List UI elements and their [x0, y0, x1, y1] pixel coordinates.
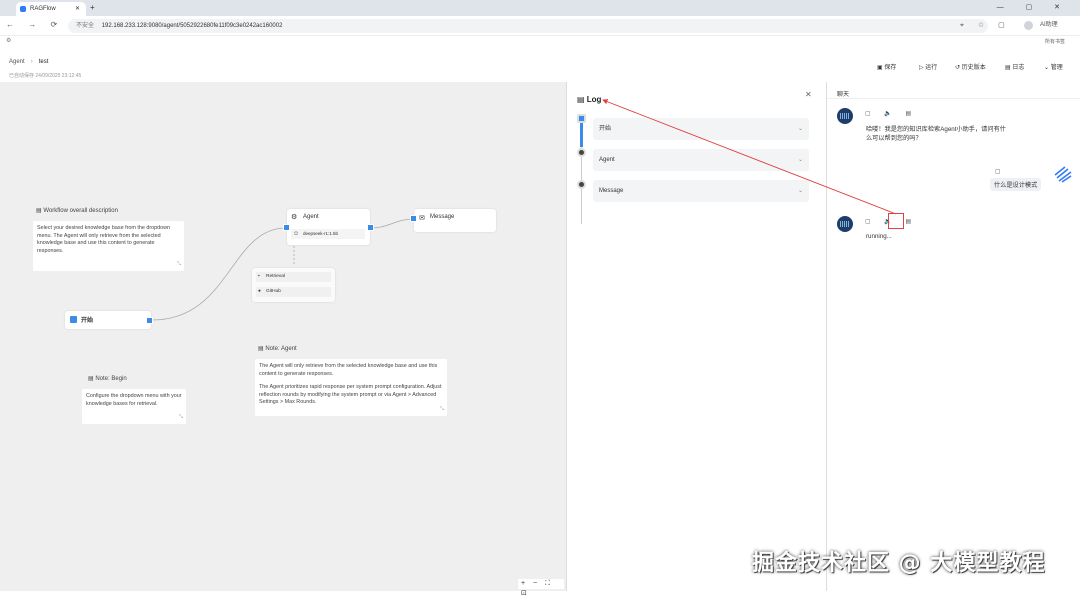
- model-icon: ☺: [293, 231, 300, 237]
- tool-retrieval[interactable]: ▪ Retrieval: [256, 272, 331, 282]
- log-view-highlight[interactable]: [888, 213, 904, 229]
- message-icon: ✉: [419, 215, 425, 222]
- watermark: 掘金技术社区 @ 大模型教程: [752, 551, 1046, 576]
- chat-title: 聊天: [837, 92, 850, 98]
- zoom-controls[interactable]: + − ⛶ ⊡: [518, 579, 564, 597]
- note-agent-title: ▤ Note: Agent: [258, 346, 297, 352]
- log-title: ▤ Log: [577, 95, 602, 104]
- star-icon[interactable]: ⌖ ☆ ▢: [960, 21, 1011, 30]
- agent-step-icon: [577, 148, 586, 157]
- message-node[interactable]: ✉ Message: [414, 209, 496, 232]
- resize-handle-icon[interactable]: ⤡: [440, 406, 444, 414]
- bot-avatar: [837, 216, 853, 232]
- chevron-down-icon: ⌄: [797, 126, 803, 132]
- agent-icon: ⚙: [291, 214, 298, 221]
- resize-handle-icon[interactable]: ⤡: [177, 261, 181, 269]
- window-controls[interactable]: — ▢ ✕: [997, 2, 1070, 14]
- begin-node[interactable]: 开始: [65, 311, 151, 329]
- user-message: 什么是设计模式: [990, 178, 1042, 191]
- tools-node[interactable]: ▪ Retrieval ● GitHub: [252, 268, 335, 302]
- user-avatar: [1054, 166, 1072, 183]
- agent-input-handle[interactable]: [283, 224, 290, 231]
- ai-assistant-button[interactable]: AI助理: [1040, 20, 1058, 30]
- log-item-begin[interactable]: 开始 ⌄: [593, 118, 809, 140]
- begin-label: 开始: [81, 318, 94, 324]
- workflow-note-body: Select your desired knowledge base from …: [37, 225, 171, 254]
- begin-step-icon: [577, 114, 586, 123]
- workflow-note-title: ▤ Workflow overall description: [36, 208, 118, 214]
- resize-handle-icon[interactable]: ⤡: [179, 414, 183, 422]
- log-item-message[interactable]: Message ⌄: [593, 180, 809, 202]
- begin-icon: [70, 316, 77, 323]
- agent-node[interactable]: ⚙ Agent ☺ deepseek-r1:1.5b: [287, 209, 370, 245]
- divider: [827, 98, 1080, 99]
- all-bookmarks[interactable]: 所有书签: [1045, 38, 1065, 45]
- profile-avatar[interactable]: [1024, 21, 1033, 30]
- bot-avatar: [837, 108, 853, 124]
- run-button[interactable]: ▷ 运行: [919, 62, 937, 71]
- message-label: Message: [430, 214, 455, 220]
- manage-button[interactable]: ⌄ 管理: [1044, 62, 1063, 71]
- chevron-down-icon: ⌄: [797, 188, 803, 194]
- note-agent-body2: The Agent prioritizes rapid response per…: [259, 384, 442, 406]
- note-begin[interactable]: Configure the dropdown menu with your kn…: [82, 389, 186, 424]
- log-panel: ▤ Log ✕ 开始 ⌄ Agent ⌄ Message ⌄: [566, 82, 821, 591]
- agent-output-handle[interactable]: [367, 224, 374, 231]
- note-begin-body: Configure the dropdown menu with your kn…: [86, 393, 182, 407]
- history-button[interactable]: ↺ 历史版本: [955, 62, 986, 71]
- message-step-icon: [577, 180, 586, 189]
- agent-model: ☺ deepseek-r1:1.5b: [291, 229, 365, 239]
- note-agent[interactable]: The Agent will only retrieve from the se…: [255, 359, 447, 416]
- chevron-down-icon: ⌄: [797, 157, 803, 163]
- tool-github[interactable]: ● GitHub: [256, 287, 331, 297]
- agent-label: Agent: [303, 214, 319, 220]
- bot-greeting: 哈喽！我是您的知识库检索Agent小助手，请问有什 么可以帮到您的吗？: [866, 126, 1006, 142]
- close-icon[interactable]: ✕: [805, 90, 812, 99]
- save-button[interactable]: ▣ 保存: [877, 62, 896, 71]
- message-actions-icon[interactable]: ▢ 🔈 ▤: [865, 110, 917, 117]
- log-item-agent[interactable]: Agent ⌄: [593, 149, 809, 171]
- copy-icon[interactable]: ▢: [995, 168, 1001, 175]
- bot-status: running...: [866, 233, 892, 240]
- workflow-note[interactable]: Select your desired knowledge base from …: [33, 221, 184, 271]
- message-input-handle[interactable]: [410, 215, 417, 222]
- log-button[interactable]: ▤ 日志: [1005, 62, 1024, 71]
- note-begin-title: ▤ Note: Begin: [88, 376, 127, 382]
- begin-output-handle[interactable]: [146, 317, 153, 324]
- chat-panel: 聊天 ▢ 🔈 ▤ 哈喽！我是您的知识库检索Agent小助手，请问有什 么可以帮到…: [826, 82, 1080, 591]
- note-agent-body: The Agent will only retrieve from the se…: [259, 363, 438, 377]
